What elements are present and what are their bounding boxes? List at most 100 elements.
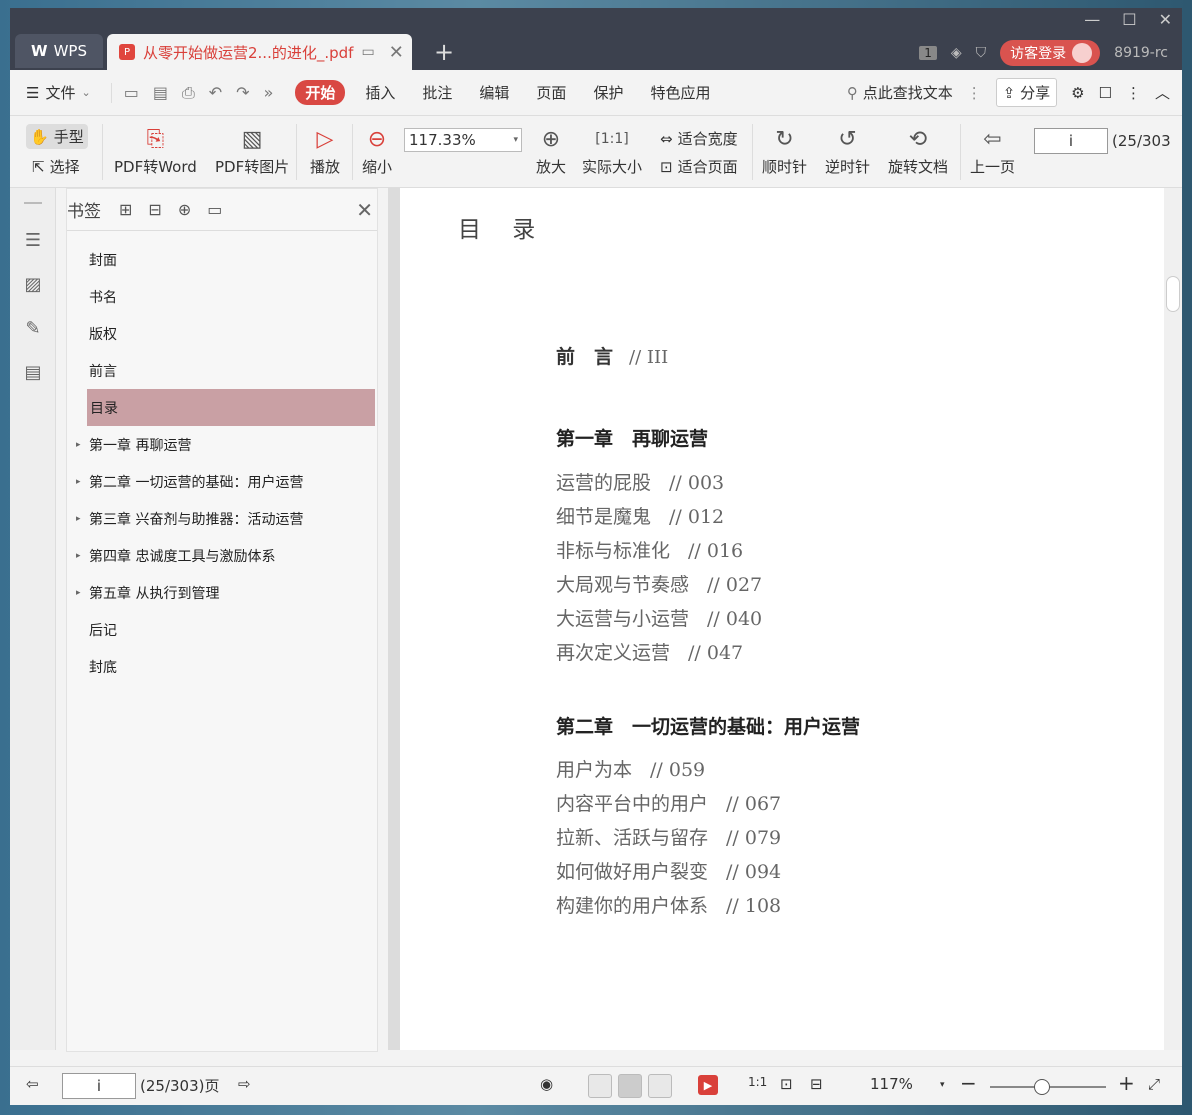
toc-chapter-title[interactable]: 第一章 再聊运营 [556, 424, 708, 451]
bookmark-item[interactable]: ▸ 第五章 从执行到管理 [67, 574, 377, 611]
toc-entry[interactable]: 大运营与小运营// 040 [556, 604, 762, 631]
open-folder-icon[interactable]: ▭ [124, 83, 139, 103]
close-panel-icon[interactable]: ✕ [356, 198, 373, 222]
zoom-select[interactable]: 117.33% ▾ [404, 128, 522, 152]
next-page-arrow-icon[interactable]: ⇨ [238, 1075, 251, 1093]
share-button[interactable]: ⇪ 分享 [995, 78, 1058, 107]
hand-tool-button[interactable]: ✋ 手型 [26, 124, 88, 149]
zoom-dropdown-icon[interactable]: ▾ [940, 1080, 945, 1090]
zoom-plus-icon[interactable]: + [1118, 1071, 1135, 1095]
login-button[interactable]: 访客登录 [1000, 40, 1101, 66]
document-tab[interactable]: P 从零开始做运营2...的进化_.pdf ▭ ✕ [107, 34, 412, 70]
menu-insert[interactable]: 插入 [365, 82, 395, 103]
status-zoom-value[interactable]: 117% [870, 1075, 913, 1093]
rotate-ccw-button[interactable]: ↺ 逆时针 [825, 124, 870, 177]
prev-page-arrow-icon[interactable]: ⇦ [26, 1075, 39, 1093]
shirt-icon[interactable]: ⛉ [976, 45, 987, 61]
menu-page[interactable]: 页面 [536, 82, 566, 103]
collapse-all-icon[interactable]: ⊟ [148, 200, 161, 219]
more-icon[interactable]: » [264, 83, 274, 103]
rotate-document-button[interactable]: ⟲ 旋转文档 [888, 124, 948, 177]
page-number-input[interactable]: i [1034, 128, 1108, 154]
toc-entry[interactable]: 如何做好用户裂变// 094 [556, 857, 781, 884]
gear-icon[interactable]: ⚙ [1071, 84, 1084, 102]
bookmark-item[interactable]: 封面 [67, 241, 377, 278]
bookmark-item[interactable]: 书名 [67, 278, 377, 315]
bookmark-item[interactable]: 前言 [67, 352, 377, 389]
expand-triangle-icon[interactable]: ▸ [76, 588, 81, 598]
scrollbar-thumb[interactable] [1166, 276, 1180, 312]
toc-entry[interactable]: 非标与标准化// 016 [556, 536, 743, 563]
fit-width-small-icon[interactable]: ⊟ [810, 1075, 823, 1093]
expand-triangle-icon[interactable]: ▸ [76, 514, 81, 524]
kebab-icon[interactable]: ⋮ [967, 84, 982, 102]
bookmark-options-icon[interactable]: ▭ [207, 200, 222, 219]
bookmark-item[interactable]: ▸ 第四章 忠诚度工具与激励体系 [67, 537, 377, 574]
select-tool-button[interactable]: ⇱ 选择 [32, 156, 80, 177]
bookmark-item[interactable]: 封底 [67, 648, 377, 685]
save-icon[interactable]: ▤ [153, 83, 168, 103]
menu-annotate[interactable]: 批注 [422, 82, 452, 103]
fullscreen-icon[interactable]: ⤢ [1148, 1075, 1160, 1093]
file-menu[interactable]: ☰ 文件 ⌄ [26, 82, 91, 103]
single-page-view-button[interactable] [588, 1074, 612, 1098]
maximize-icon[interactable]: ☐ [1122, 10, 1136, 29]
attachment-icon[interactable]: ▤ [22, 362, 44, 384]
close-tab-icon[interactable]: ✕ [389, 42, 404, 63]
toc-entry[interactable]: 拉新、活跃与留存// 079 [556, 823, 781, 850]
expand-triangle-icon[interactable]: ▸ [76, 477, 81, 487]
bookmark-item[interactable]: ▸ 第三章 兴奋剂与助推器：活动运营 [67, 500, 377, 537]
zoom-slider[interactable] [990, 1079, 1106, 1095]
window-count-badge[interactable]: 1 [919, 46, 937, 60]
toc-entry[interactable]: 用户为本// 059 [556, 755, 705, 782]
eye-icon[interactable]: ◉ [540, 1075, 553, 1093]
menu-start[interactable]: 开始 [295, 80, 346, 105]
zoom-in-button[interactable]: ⊕ 放大 [536, 124, 566, 177]
annotation-icon[interactable]: ✎ [22, 318, 44, 340]
undo-icon[interactable]: ↶ [209, 83, 222, 103]
close-window-icon[interactable]: ✕ [1159, 10, 1172, 29]
bookmark-item-selected[interactable]: 目录 [87, 389, 375, 426]
continuous-view-button[interactable] [618, 1074, 642, 1098]
bookmark-item[interactable]: ▸ 第二章 一切运营的基础：用户运营 [67, 463, 377, 500]
double-page-view-button[interactable] [648, 1074, 672, 1098]
rotate-cw-button[interactable]: ↻ 顺时针 [762, 124, 807, 177]
toc-entry[interactable]: 构建你的用户体系// 108 [556, 891, 781, 918]
print-icon[interactable]: ⎙ [182, 83, 195, 103]
zoom-minus-icon[interactable]: − [960, 1071, 977, 1095]
toc-entry[interactable]: 大局观与节奏感// 027 [556, 570, 762, 597]
prev-page-button[interactable]: ⇦ 上一页 [970, 124, 1015, 177]
zoom-out-button[interactable]: ⊖ 缩小 [362, 124, 392, 177]
skin-icon[interactable]: ◈ [951, 45, 962, 61]
pdf-to-image-button[interactable]: ▧ PDF转图片 [215, 124, 289, 177]
toc-preface[interactable]: 前 言// III [556, 342, 668, 369]
collapse-ribbon-icon[interactable]: ︿ [1155, 82, 1170, 103]
status-page-input[interactable]: i [62, 1073, 136, 1099]
add-bookmark-icon[interactable]: ⊕ [178, 200, 191, 219]
actual-size-small-icon[interactable]: 1:1 [748, 1075, 767, 1089]
toc-entry[interactable]: 细节是魔鬼// 012 [556, 502, 724, 529]
find-text[interactable]: ⚲ 点此查找文本 [847, 82, 953, 103]
play-button[interactable]: ▷ 播放 [310, 124, 340, 177]
expand-all-icon[interactable]: ⊞ [119, 200, 132, 219]
wps-home-tab[interactable]: W WPS [15, 34, 103, 68]
menu-edit[interactable]: 编辑 [479, 82, 509, 103]
thumbnail-icon[interactable]: ▨ [22, 274, 44, 296]
expand-triangle-icon[interactable]: ▸ [76, 440, 81, 450]
comment-icon[interactable]: ☐ [1099, 84, 1112, 102]
redo-icon[interactable]: ↷ [236, 83, 249, 103]
fit-page-button[interactable]: ⊡ 适合页面 [660, 156, 738, 177]
actual-size-button[interactable]: [1:1] 实际大小 [582, 124, 642, 177]
menu-protect[interactable]: 保护 [593, 82, 623, 103]
toc-entry[interactable]: 运营的屁股// 003 [556, 468, 724, 495]
slideshow-icon[interactable]: ▶ [698, 1075, 718, 1095]
fit-width-button[interactable]: ⇔ 适合宽度 [660, 128, 738, 149]
bookmark-item[interactable]: 版权 [67, 315, 377, 352]
more-vert-icon[interactable]: ⋮ [1126, 84, 1141, 102]
zoom-slider-knob[interactable] [1034, 1079, 1051, 1095]
toc-entry[interactable]: 再次定义运营// 047 [556, 638, 743, 665]
expand-triangle-icon[interactable]: ▸ [76, 551, 81, 561]
bookmark-item[interactable]: 后记 [67, 611, 377, 648]
monitor-icon[interactable]: ▭ [361, 44, 374, 60]
document-viewport[interactable]: 目 录 前 言// III 第一章 再聊运营 运营的屁股// 003 细节是魔鬼… [388, 188, 1182, 1050]
